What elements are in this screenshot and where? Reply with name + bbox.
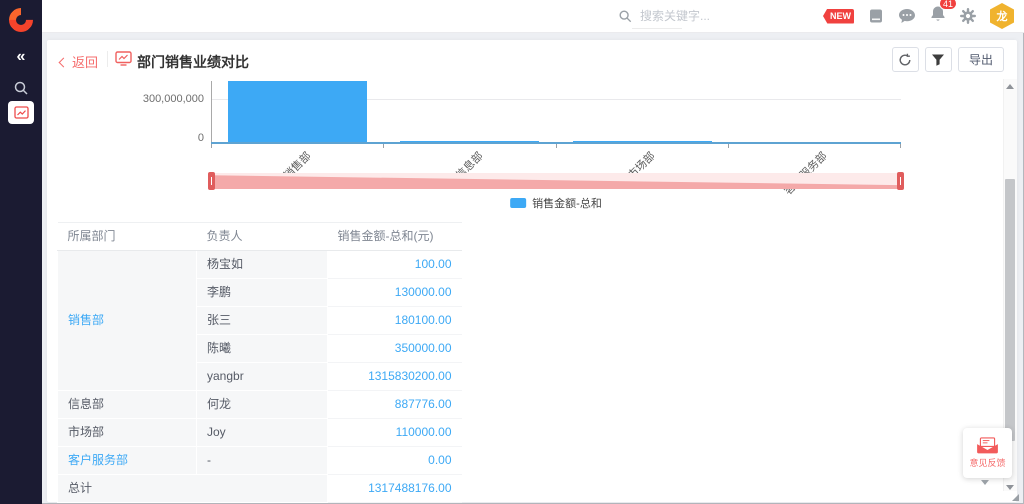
amount-cell[interactable]: 1317488176.00 (328, 475, 462, 503)
table-row: 市场部Joy110000.00 (58, 419, 462, 447)
export-button[interactable]: 导出 (958, 47, 1004, 72)
table-row: 销售部杨宝如100.00 (58, 251, 462, 279)
table-row: 信息部何龙887776.00 (58, 391, 462, 419)
app-window: « NEW 41 龙 返回 (0, 0, 1024, 504)
dept-cell[interactable]: 销售部 (58, 251, 197, 391)
chat-icon[interactable] (898, 8, 916, 24)
datazoom-preview (211, 173, 901, 189)
sidebar-collapse-button[interactable]: « (0, 48, 42, 66)
search-icon (618, 9, 632, 23)
topbar: NEW 41 龙 (42, 0, 1024, 33)
col-header-person: 负责人 (197, 223, 328, 251)
notifications[interactable]: 41 (930, 5, 946, 27)
feedback-label: 意见反馈 (969, 456, 1005, 469)
x-axis-tick (211, 144, 212, 148)
brand-logo-icon[interactable] (4, 3, 38, 37)
page-title: 部门销售业绩对比 (137, 52, 249, 72)
y-axis-line (211, 81, 212, 143)
feedback-button[interactable]: 意见反馈 (963, 428, 1012, 478)
notebook-icon[interactable] (868, 8, 884, 24)
sidebar-search-icon[interactable] (13, 80, 29, 101)
x-axis-tick (900, 144, 901, 148)
search-input[interactable] (640, 9, 780, 23)
corner-resize-grip (1012, 494, 1019, 501)
report-type-icon (115, 51, 132, 71)
col-header-amount: 销售金额-总和(元) (328, 223, 462, 251)
sidebar: « (0, 0, 42, 504)
dept-cell: 信息部 (58, 391, 197, 419)
table-row: 总计1317488176.00 (58, 475, 462, 503)
datazoom-left-handle[interactable] (208, 172, 215, 190)
feedback-collapse-arrow[interactable] (981, 480, 989, 485)
notification-count-badge: 41 (939, 0, 957, 10)
data-table: 所属部门 负责人 销售金额-总和(元) 销售部杨宝如100.00李鹏130000… (57, 222, 462, 503)
person-cell: 张三 (197, 307, 328, 335)
dept-cell: 市场部 (58, 419, 197, 447)
col-header-dept: 所属部门 (58, 223, 197, 251)
amount-cell[interactable]: 110000.00 (328, 419, 462, 447)
chart-report-icon (14, 106, 29, 119)
datazoom-slider[interactable] (211, 173, 901, 189)
refresh-icon (898, 53, 912, 67)
person-cell: Joy (197, 419, 328, 447)
y-axis-tick-label: 0 (102, 132, 204, 144)
avatar[interactable]: 龙 (990, 3, 1014, 29)
person-cell: - (197, 447, 328, 475)
person-cell: yangbr (197, 363, 328, 391)
legend-item[interactable]: 销售金额-总和 (510, 195, 602, 211)
filter-icon (931, 53, 945, 67)
dept-cell[interactable]: 客户服务部 (58, 447, 197, 475)
back-label: 返回 (72, 52, 98, 71)
x-axis-tick (556, 144, 557, 148)
datazoom-right-handle[interactable] (897, 172, 904, 190)
amount-cell[interactable]: 887776.00 (328, 391, 462, 419)
scroll-down-arrow-icon[interactable] (1006, 485, 1014, 490)
person-cell: 杨宝如 (197, 251, 328, 279)
x-axis-tick (383, 144, 384, 148)
person-cell: 李鹏 (197, 279, 328, 307)
amount-cell[interactable]: 0.00 (328, 447, 462, 475)
chevron-left-icon (59, 57, 69, 67)
x-axis-tick (728, 144, 729, 148)
legend-swatch (510, 198, 526, 208)
amount-cell[interactable]: 350000.00 (328, 335, 462, 363)
filter-button[interactable] (925, 47, 952, 72)
person-cell: 陈曦 (197, 335, 328, 363)
table-row: 客户服务部-0.00 (58, 447, 462, 475)
search-underline (632, 28, 682, 29)
legend-label: 销售金额-总和 (532, 195, 602, 211)
report-card: 返回 部门销售业绩对比 导出 300,000,000 0 销售部 信息部 (47, 40, 1017, 502)
envelope-icon (976, 437, 999, 454)
bar-销售部[interactable] (228, 81, 367, 142)
person-cell: 何龙 (197, 391, 328, 419)
header-divider (107, 51, 108, 67)
amount-cell[interactable]: 130000.00 (328, 279, 462, 307)
dept-cell: 总计 (58, 475, 328, 503)
y-axis-tick-label: 300,000,000 (102, 93, 204, 105)
refresh-button[interactable] (892, 47, 919, 72)
sidebar-item-bi-report[interactable] (8, 101, 34, 124)
back-button[interactable]: 返回 (60, 52, 98, 71)
scrollbar-thumb[interactable] (1005, 179, 1015, 441)
table-body: 销售部杨宝如100.00李鹏130000.00张三180100.00陈曦3500… (58, 251, 462, 503)
scroll-up-arrow-icon[interactable] (1006, 84, 1014, 89)
gear-icon[interactable] (960, 8, 976, 24)
amount-cell[interactable]: 180100.00 (328, 307, 462, 335)
new-badge[interactable]: NEW (823, 9, 854, 24)
amount-cell[interactable]: 100.00 (328, 251, 462, 279)
table-header-row: 所属部门 负责人 销售金额-总和(元) (58, 223, 462, 251)
amount-cell[interactable]: 1315830200.00 (328, 363, 462, 391)
